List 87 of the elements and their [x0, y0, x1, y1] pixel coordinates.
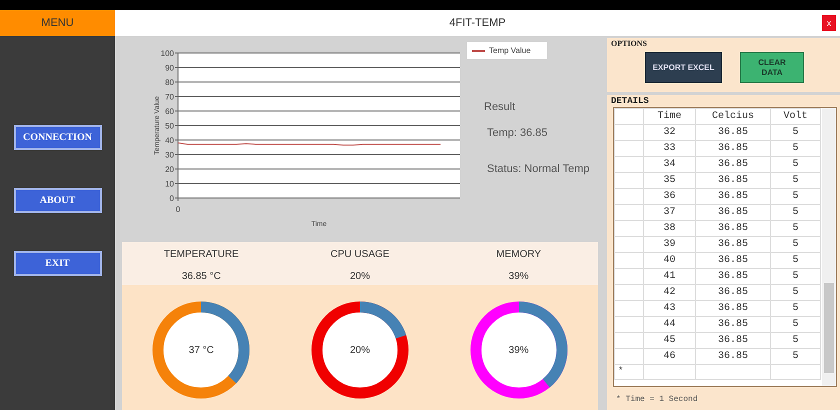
sidebar-button[interactable]: ABOUT — [14, 188, 102, 213]
details-title: DETAILS — [610, 95, 650, 107]
table-cell: 5 — [770, 300, 820, 316]
sidebar-button[interactable]: EXIT — [14, 251, 102, 276]
stat-value: 36.85 °C — [182, 270, 221, 284]
table-cell: 36.85 — [696, 348, 770, 364]
table-cell: 35 — [644, 172, 696, 188]
column-header[interactable]: Celcius — [696, 108, 770, 124]
table-cell: 36.85 — [696, 252, 770, 268]
table-cell: 5 — [770, 348, 820, 364]
table-cell: 36.85 — [696, 156, 770, 172]
table-cell: 5 — [770, 124, 820, 140]
table-cell: 40 — [644, 252, 696, 268]
gauge-value: 39% — [508, 344, 529, 358]
table-cell: 5 — [770, 172, 820, 188]
table-cell: 5 — [770, 252, 820, 268]
result-heading: Result — [484, 100, 516, 115]
axis-tick-label: 10 — [165, 180, 174, 188]
table-cell: 36.85 — [696, 300, 770, 316]
axis-tick-label: 30 — [165, 150, 174, 160]
new-row-marker: * — [614, 364, 644, 379]
table-cell: 38 — [644, 220, 696, 236]
column-header[interactable]: Volt — [770, 108, 820, 124]
table-cell: 36.85 — [696, 220, 770, 236]
table-cell: 5 — [770, 284, 820, 300]
gauge-value: 37 °C — [188, 344, 214, 358]
status-text: Status: Normal Temp — [487, 162, 590, 177]
options-title: OPTIONS — [611, 38, 648, 50]
table-cell: 36.85 — [696, 188, 770, 204]
axis-tick-label: 0 — [170, 194, 174, 203]
menu-header: MENU — [0, 10, 115, 36]
table-cell: 36.85 — [696, 124, 770, 140]
table-cell: 43 — [644, 300, 696, 316]
legend-label: Temp Value — [489, 44, 531, 56]
axis-tick-label: 100 — [160, 49, 174, 58]
close-button[interactable]: x — [822, 15, 836, 31]
stat-label: CPU USAGE — [330, 248, 390, 262]
table-cell: 5 — [770, 316, 820, 332]
legend-line-icon — [472, 50, 485, 52]
table-cell: 36.85 — [696, 332, 770, 348]
clear-button[interactable]: CLEAR DATA — [740, 52, 804, 83]
table-cell: 39 — [644, 236, 696, 252]
table-cell: 5 — [770, 220, 820, 236]
table-cell: 36.85 — [696, 140, 770, 156]
table-cell: 36.85 — [696, 316, 770, 332]
table-cell: 5 — [770, 204, 820, 220]
table-cell: 36 — [644, 188, 696, 204]
axis-tick-label: 80 — [165, 78, 174, 87]
table-cell: 41 — [644, 268, 696, 284]
axis-tick-label: 50 — [165, 122, 174, 130]
table-cell: 36.85 — [696, 236, 770, 252]
window-title: 4FIT-TEMP — [449, 16, 506, 31]
table-cell: 36.85 — [696, 268, 770, 284]
stat-label: MEMORY — [496, 248, 542, 262]
stat-label: TEMPERATURE — [164, 248, 239, 262]
export-button[interactable]: EXPORT EXCEL — [645, 52, 722, 83]
table-cell: 33 — [644, 140, 696, 156]
footnote: * Time = 1 Second — [616, 394, 699, 406]
axis-tick-label: 60 — [165, 107, 174, 116]
table-cell: 5 — [770, 236, 820, 252]
axis-tick-label: 20 — [165, 165, 174, 174]
axis-tick-label: 90 — [165, 64, 174, 72]
table-cell: 36.85 — [696, 284, 770, 300]
axis-tick-label: 0 — [176, 205, 180, 214]
axis-tick-label: 70 — [165, 92, 174, 102]
table-cell: 5 — [770, 156, 820, 172]
sidebar-button[interactable]: CONNECTION — [14, 125, 102, 150]
table-cell: 34 — [644, 156, 696, 172]
table-cell: 5 — [770, 188, 820, 204]
table-cell: 36.85 — [696, 204, 770, 220]
stat-value: 39% — [508, 270, 529, 284]
scrollbar[interactable] — [822, 108, 836, 386]
table-cell: 36.85 — [696, 172, 770, 188]
table-cell: 42 — [644, 284, 696, 300]
table-cell: 5 — [770, 268, 820, 284]
stat-value: 20% — [350, 270, 370, 284]
table-cell: 32 — [644, 124, 696, 140]
table-cell: 5 — [770, 332, 820, 348]
axis-tick-label: 40 — [165, 136, 174, 145]
table-cell: 45 — [644, 332, 696, 348]
table-cell: 44 — [644, 316, 696, 332]
temp-reading: Temp: 36.85 — [487, 126, 549, 140]
table-cell: 46 — [644, 348, 696, 364]
table-cell: 37 — [644, 204, 696, 220]
table-cell: 5 — [770, 140, 820, 156]
gauge-value: 20% — [350, 344, 370, 358]
column-header[interactable]: Time — [644, 108, 696, 124]
